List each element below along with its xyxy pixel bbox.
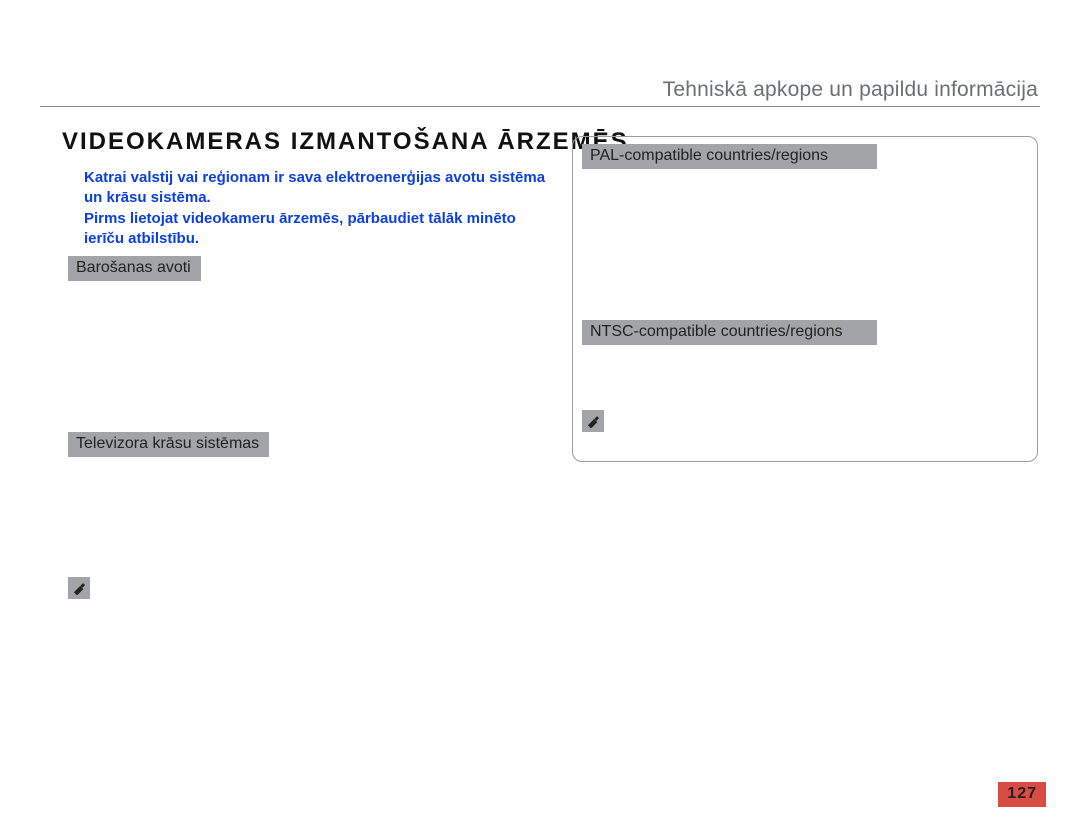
document-page: Tehniskā apkope un papildu informācija V… — [0, 0, 1080, 827]
page-number: 127 — [998, 782, 1046, 807]
warning-line-1: Katrai valstij vai reģionam ir sava elek… — [84, 168, 549, 209]
page-title: VIDEOKAMERAS IZMANTOŠANA ĀRZEMĒS — [62, 128, 629, 156]
warning-text: Katrai valstij vai reģionam ir sava elek… — [84, 168, 549, 249]
note-icon — [582, 410, 604, 432]
countries-box — [572, 136, 1038, 462]
ntsc-countries-heading: NTSC-compatible countries/regions — [582, 320, 877, 345]
note-icon — [68, 577, 90, 599]
horizontal-rule — [40, 106, 1040, 107]
tv-color-systems-heading: Televizora krāsu sistēmas — [68, 432, 269, 457]
warning-line-2: Pirms lietojat videokameru ārzemēs, pārb… — [84, 209, 549, 250]
pal-countries-heading: PAL-compatible countries/regions — [582, 144, 877, 169]
section-title: Tehniskā apkope un papildu informācija — [663, 78, 1038, 102]
power-sources-heading: Barošanas avoti — [68, 256, 201, 281]
